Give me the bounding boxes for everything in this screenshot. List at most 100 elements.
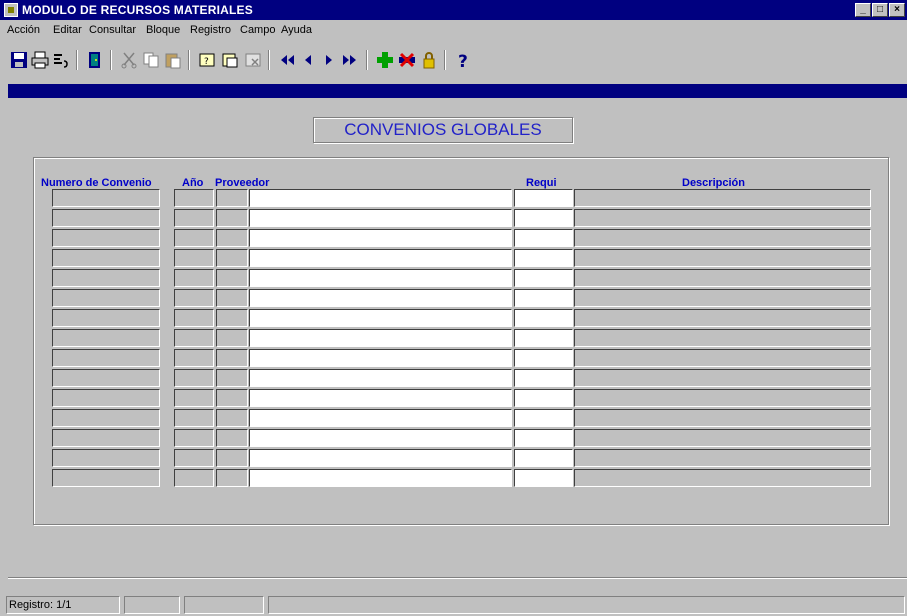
extra-field[interactable] [216, 349, 248, 367]
first-record-icon[interactable] [276, 49, 298, 71]
anio-field[interactable] [174, 229, 214, 247]
anio-field[interactable] [174, 249, 214, 267]
numero-field[interactable] [52, 269, 160, 287]
requi-field[interactable] [514, 329, 573, 347]
requi-field[interactable] [514, 229, 573, 247]
descripcion-field[interactable] [574, 409, 871, 427]
requi-field[interactable] [514, 369, 573, 387]
proveedor-field[interactable] [249, 389, 512, 407]
anio-field[interactable] [174, 349, 214, 367]
maximize-button[interactable]: □ [872, 3, 888, 17]
descripcion-field[interactable] [574, 289, 871, 307]
extra-field[interactable] [216, 389, 248, 407]
requi-field[interactable] [514, 409, 573, 427]
numero-field[interactable] [52, 449, 160, 467]
insert-record-icon[interactable] [374, 49, 396, 71]
proveedor-field[interactable] [249, 249, 512, 267]
close-button[interactable]: × [889, 3, 905, 17]
descripcion-field[interactable] [574, 269, 871, 287]
proveedor-field[interactable] [249, 369, 512, 387]
descripcion-field[interactable] [574, 209, 871, 227]
extra-field[interactable] [216, 209, 248, 227]
proveedor-field[interactable] [249, 409, 512, 427]
anio-field[interactable] [174, 429, 214, 447]
execute-query-icon[interactable] [219, 49, 241, 71]
extra-field[interactable] [216, 189, 248, 207]
numero-field[interactable] [52, 369, 160, 387]
print-setup-icon[interactable] [50, 49, 72, 71]
extra-field[interactable] [216, 369, 248, 387]
last-record-icon[interactable] [339, 49, 361, 71]
proveedor-field[interactable] [249, 329, 512, 347]
menu-campo[interactable]: Campo [240, 24, 275, 36]
requi-field[interactable] [514, 349, 573, 367]
numero-field[interactable] [52, 469, 160, 487]
extra-field[interactable] [216, 269, 248, 287]
proveedor-field[interactable] [249, 269, 512, 287]
menu-consultar[interactable]: Consultar [89, 24, 136, 36]
anio-field[interactable] [174, 189, 214, 207]
requi-field[interactable] [514, 429, 573, 447]
copy-icon[interactable] [140, 49, 162, 71]
descripcion-field[interactable] [574, 329, 871, 347]
help-icon[interactable]: ? [452, 49, 474, 71]
extra-field[interactable] [216, 309, 248, 327]
numero-field[interactable] [52, 189, 160, 207]
anio-field[interactable] [174, 449, 214, 467]
proveedor-field[interactable] [249, 449, 512, 467]
descripcion-field[interactable] [574, 249, 871, 267]
extra-field[interactable] [216, 229, 248, 247]
exit-icon[interactable] [84, 49, 106, 71]
proveedor-field[interactable] [249, 189, 512, 207]
descripcion-field[interactable] [574, 349, 871, 367]
anio-field[interactable] [174, 409, 214, 427]
numero-field[interactable] [52, 249, 160, 267]
numero-field[interactable] [52, 409, 160, 427]
requi-field[interactable] [514, 449, 573, 467]
proveedor-field[interactable] [249, 469, 512, 487]
anio-field[interactable] [174, 389, 214, 407]
numero-field[interactable] [52, 209, 160, 227]
anio-field[interactable] [174, 309, 214, 327]
next-record-icon[interactable] [318, 49, 340, 71]
requi-field[interactable] [514, 209, 573, 227]
previous-record-icon[interactable] [297, 49, 319, 71]
proveedor-field[interactable] [249, 429, 512, 447]
menu-accion[interactable]: Acción [7, 24, 40, 36]
save-icon[interactable] [8, 49, 30, 71]
anio-field[interactable] [174, 269, 214, 287]
descripcion-field[interactable] [574, 369, 871, 387]
descripcion-field[interactable] [574, 449, 871, 467]
descripcion-field[interactable] [574, 229, 871, 247]
requi-field[interactable] [514, 189, 573, 207]
minimize-button[interactable]: _ [855, 3, 871, 17]
extra-field[interactable] [216, 449, 248, 467]
descripcion-field[interactable] [574, 189, 871, 207]
numero-field[interactable] [52, 389, 160, 407]
numero-field[interactable] [52, 349, 160, 367]
proveedor-field[interactable] [249, 229, 512, 247]
descripcion-field[interactable] [574, 389, 871, 407]
lock-record-icon[interactable] [418, 49, 440, 71]
requi-field[interactable] [514, 309, 573, 327]
proveedor-field[interactable] [249, 209, 512, 227]
menu-registro[interactable]: Registro [190, 24, 231, 36]
menu-bloque[interactable]: Bloque [146, 24, 180, 36]
requi-field[interactable] [514, 469, 573, 487]
cut-icon[interactable] [118, 49, 140, 71]
extra-field[interactable] [216, 429, 248, 447]
paste-icon[interactable] [162, 49, 184, 71]
delete-record-icon[interactable] [396, 49, 418, 71]
proveedor-field[interactable] [249, 349, 512, 367]
anio-field[interactable] [174, 209, 214, 227]
extra-field[interactable] [216, 289, 248, 307]
requi-field[interactable] [514, 389, 573, 407]
numero-field[interactable] [52, 289, 160, 307]
extra-field[interactable] [216, 409, 248, 427]
descripcion-field[interactable] [574, 469, 871, 487]
proveedor-field[interactable] [249, 289, 512, 307]
requi-field[interactable] [514, 289, 573, 307]
menu-editar[interactable]: Editar [53, 24, 82, 36]
print-icon[interactable] [29, 49, 51, 71]
anio-field[interactable] [174, 369, 214, 387]
